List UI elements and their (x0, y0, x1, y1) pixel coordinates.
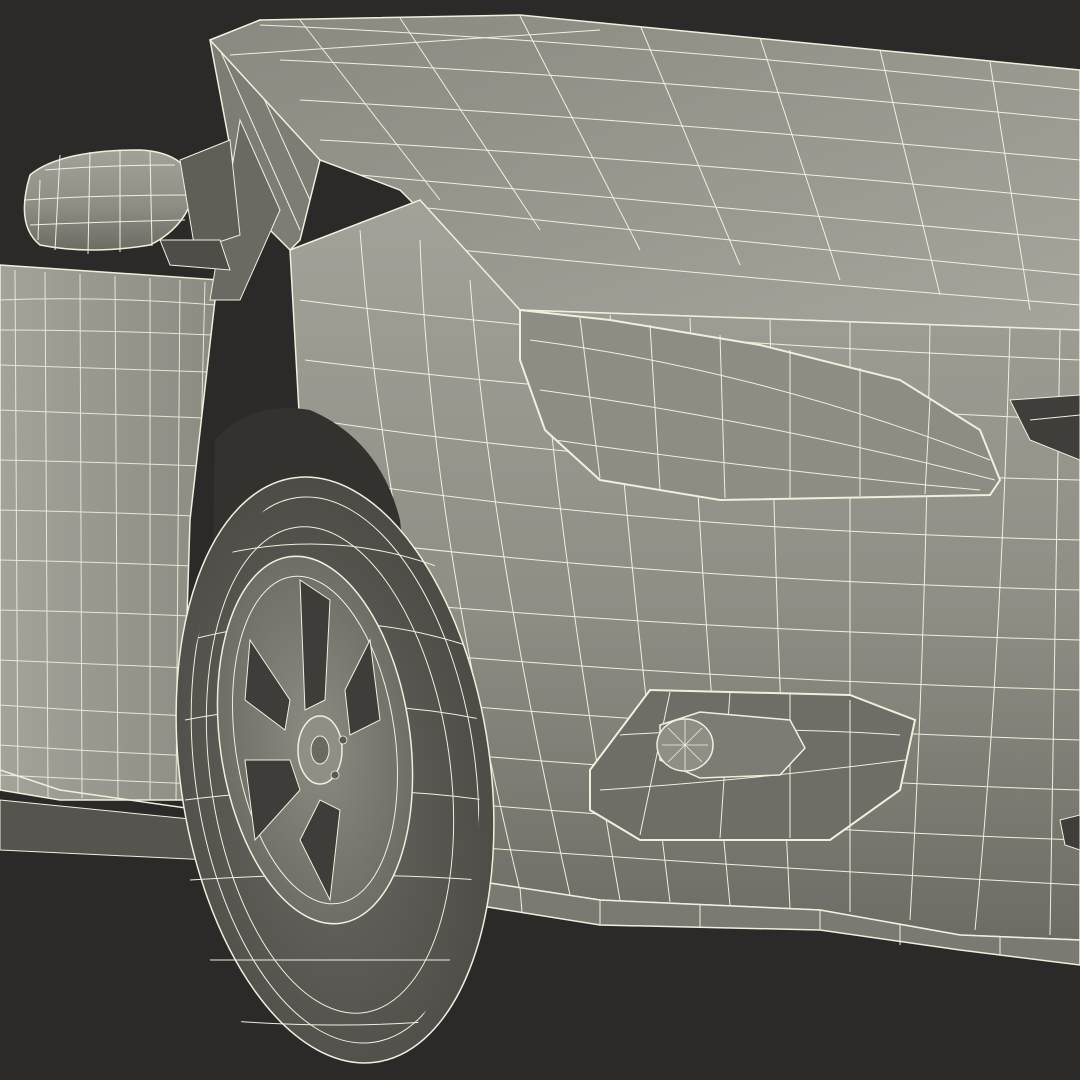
wireframe-render-viewport (0, 0, 1080, 1080)
car-wireframe-svg (0, 0, 1080, 1080)
